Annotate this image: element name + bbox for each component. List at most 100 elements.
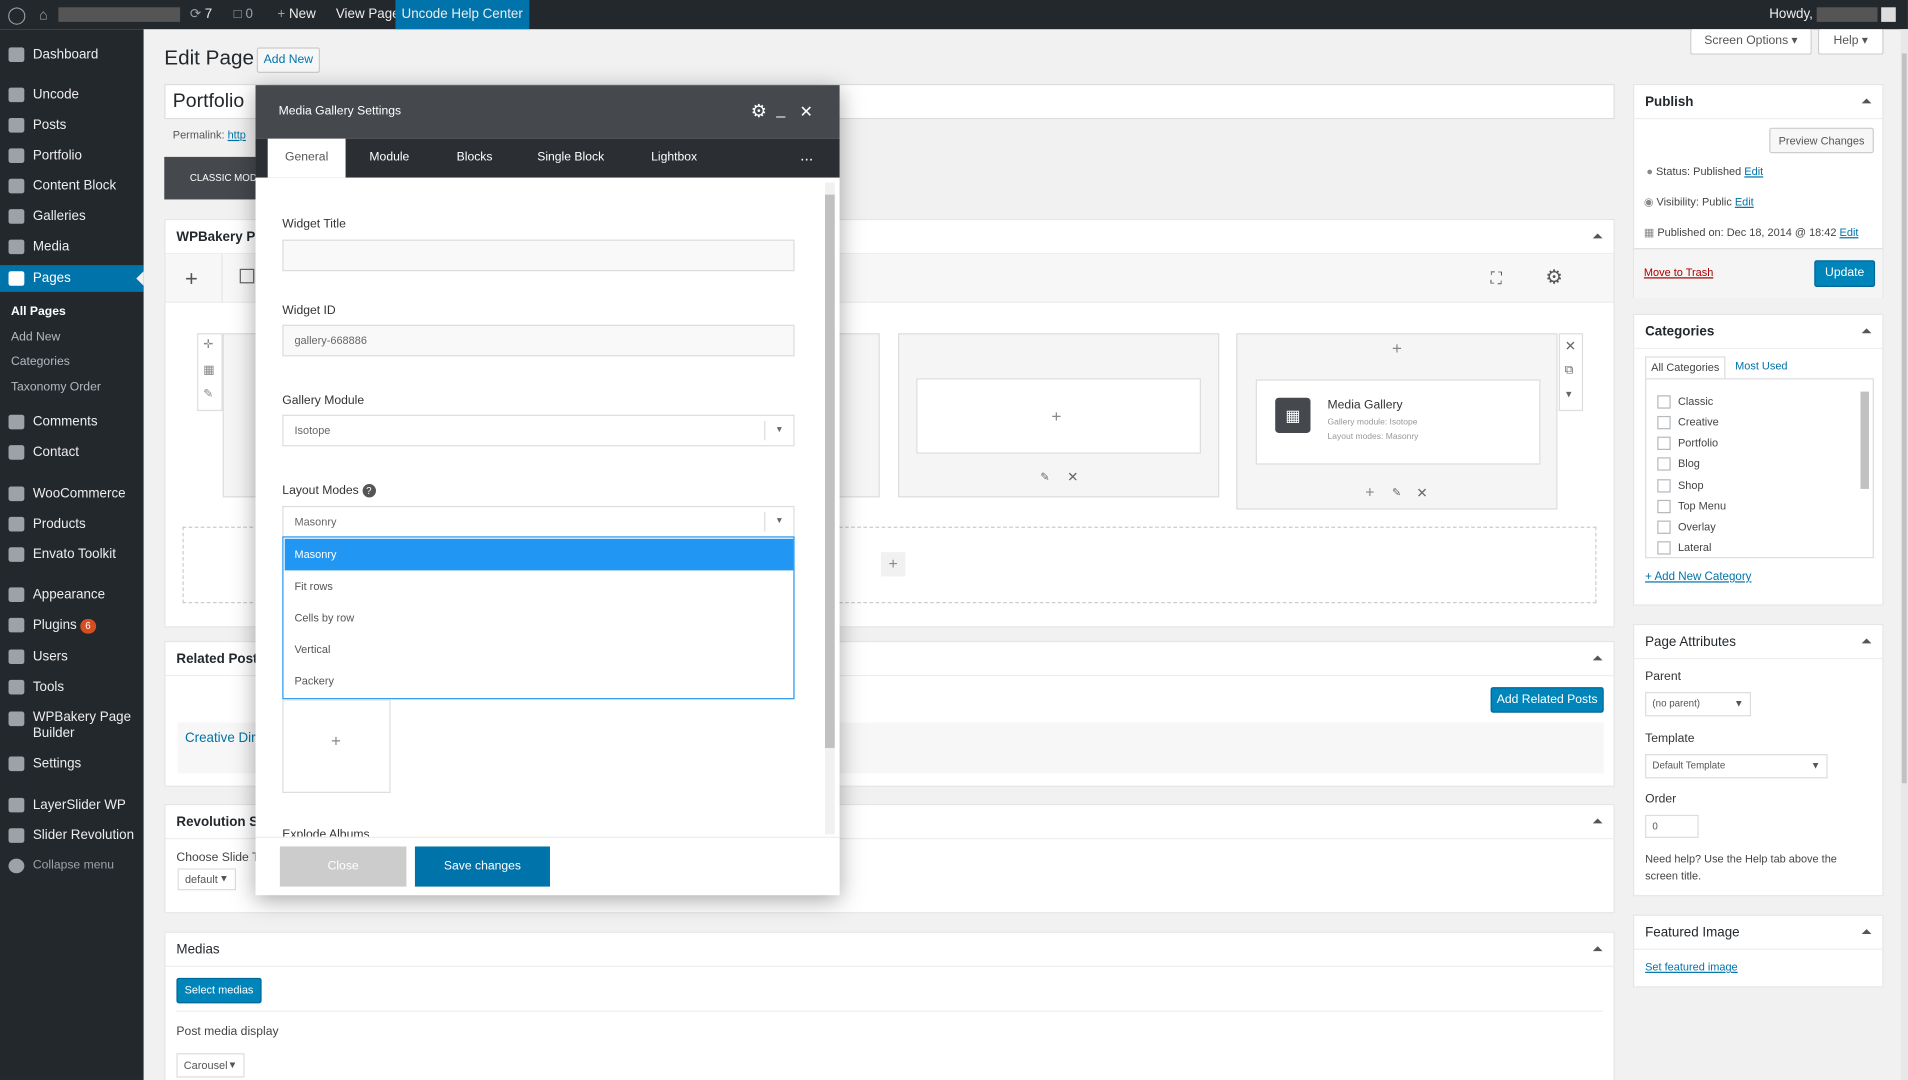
collapse-arrow-icon[interactable] <box>1592 233 1603 239</box>
layout-modes-select[interactable]: Masonry ▼ <box>282 505 795 538</box>
template-select[interactable]: Default Template ▼ <box>1645 754 1828 779</box>
option-cells-by-row[interactable]: Cells by row <box>285 602 794 634</box>
view-page-link[interactable]: View Page <box>336 0 400 29</box>
media-add-slot[interactable]: + <box>282 699 391 793</box>
fullscreen-icon[interactable]: ⛶ <box>1491 269 1502 288</box>
home-icon[interactable]: ⌂ <box>39 0 48 29</box>
add-row-plus-icon[interactable]: + <box>880 552 906 577</box>
howdy-label[interactable]: Howdy, <box>1769 0 1896 29</box>
modal-scrollbar-thumb[interactable] <box>824 194 835 748</box>
modal-settings-gear-icon[interactable]: ⚙ <box>751 100 767 122</box>
menu-pages[interactable]: Pages <box>0 265 144 292</box>
submenu-all-pages[interactable]: All Pages <box>11 305 66 318</box>
tab-most-used[interactable]: Most Used <box>1735 360 1787 372</box>
tab-blocks[interactable]: Blocks <box>438 139 511 178</box>
edit-element-pencil-icon[interactable]: ✎ <box>1392 486 1401 499</box>
related-post-link[interactable]: Creative Dire <box>185 731 263 746</box>
menu-slider-revolution[interactable]: Slider Revolution <box>0 822 144 849</box>
columns-icon[interactable]: ▦ <box>203 364 215 377</box>
updates-link[interactable]: ⟳ 7 <box>190 0 212 29</box>
option-vertical[interactable]: Vertical <box>285 634 794 666</box>
minimize-icon[interactable]: _ <box>776 100 785 118</box>
menu-users[interactable]: Users <box>0 643 144 670</box>
delete-element-icon[interactable]: ✕ <box>1416 485 1427 501</box>
category-checkbox[interactable] <box>1657 436 1671 450</box>
menu-dashboard[interactable]: Dashboard <box>0 41 144 68</box>
clone-icon[interactable]: ⧉ <box>1565 364 1574 377</box>
modal-close-icon[interactable]: ✕ <box>799 102 812 121</box>
move-to-trash-link[interactable]: Move to Trash <box>1644 266 1713 278</box>
save-changes-button[interactable]: Save changes <box>414 846 550 887</box>
update-button[interactable]: Update <box>1814 260 1876 288</box>
menu-content-block[interactable]: Content Block <box>0 173 144 200</box>
more-tabs-icon[interactable]: ... <box>788 139 825 178</box>
category-checkbox[interactable] <box>1657 520 1671 534</box>
order-input[interactable]: 0 <box>1645 814 1699 838</box>
collapse-arrow-icon[interactable] <box>1861 328 1872 334</box>
tab-general[interactable]: General <box>267 138 346 178</box>
collapse-menu[interactable]: Collapse menu <box>0 853 144 880</box>
option-fit-rows[interactable]: Fit rows <box>285 570 794 602</box>
collapse-arrow-icon[interactable] <box>1592 818 1603 824</box>
submenu-add-new[interactable]: Add New <box>11 331 60 344</box>
empty-element-slot[interactable]: + <box>916 378 1201 454</box>
add-below-plus-icon[interactable]: + <box>1365 483 1374 501</box>
submenu-categories[interactable]: Categories <box>11 355 70 368</box>
menu-galleries[interactable]: Galleries <box>0 203 144 230</box>
screen-options-button[interactable]: Screen Options ▾ <box>1690 29 1812 55</box>
add-new-button[interactable]: Add New <box>256 47 321 73</box>
tab-all-categories[interactable]: All Categories <box>1645 356 1726 380</box>
add-element-top-plus-icon[interactable]: + <box>1392 339 1402 356</box>
widget-id-input[interactable]: gallery-668886 <box>282 324 795 357</box>
comments-link[interactable]: □ 0 <box>234 0 253 29</box>
parent-select[interactable]: (no parent) ▼ <box>1645 692 1751 717</box>
menu-layerslider[interactable]: LayerSlider WP <box>0 792 144 819</box>
collapse-arrow-icon[interactable] <box>1861 98 1872 104</box>
slide-template-select[interactable]: default ▼ <box>177 868 237 891</box>
help-button[interactable]: Help ▾ <box>1817 29 1884 55</box>
menu-products[interactable]: Products <box>0 511 144 538</box>
menu-comments[interactable]: Comments <box>0 409 144 436</box>
edit-date-link[interactable]: Edit <box>1840 226 1859 238</box>
menu-woocommerce[interactable]: WooCommerce <box>0 480 144 507</box>
edit-column-pencil-icon[interactable]: ✎ <box>1040 471 1049 484</box>
close-row-icon[interactable]: ✕ <box>1565 338 1576 354</box>
category-checkbox[interactable] <box>1657 457 1671 471</box>
menu-envato-toolkit[interactable]: Envato Toolkit <box>0 541 144 568</box>
menu-wpbakery[interactable]: WPBakery Page Builder <box>0 705 144 744</box>
close-button[interactable]: Close <box>279 846 407 887</box>
category-checkbox[interactable] <box>1657 541 1671 555</box>
add-related-posts-button[interactable]: Add Related Posts <box>1490 687 1604 713</box>
gallery-module-select[interactable]: Isotope ▼ <box>282 414 795 447</box>
menu-uncode[interactable]: Uncode <box>0 81 144 108</box>
post-media-display-select[interactable]: Carousel ▼ <box>176 1053 245 1078</box>
help-center-link[interactable]: Uncode Help Center <box>395 0 529 30</box>
page-scrollbar-thumb[interactable] <box>1901 53 1907 784</box>
menu-posts[interactable]: Posts <box>0 112 144 139</box>
add-element-icon[interactable]: + <box>185 266 198 292</box>
toggle-down-icon[interactable]: ▾ <box>1566 388 1572 401</box>
menu-media[interactable]: Media <box>0 234 144 261</box>
templates-icon[interactable] <box>239 268 255 284</box>
add-element-plus-icon[interactable]: + <box>1051 407 1061 424</box>
menu-plugins[interactable]: Plugins 6 <box>0 612 144 639</box>
collapse-arrow-icon[interactable] <box>1861 929 1872 935</box>
permalink-link[interactable]: http <box>228 129 246 141</box>
wordpress-logo-icon[interactable]: ◯ <box>7 0 26 29</box>
menu-settings[interactable]: Settings <box>0 750 144 777</box>
menu-contact[interactable]: Contact <box>0 439 144 466</box>
category-checkbox[interactable] <box>1657 415 1671 430</box>
edit-visibility-link[interactable]: Edit <box>1735 196 1754 208</box>
page-settings-gear-icon[interactable]: ⚙ <box>1545 265 1562 289</box>
category-scrollbar[interactable] <box>1860 391 1870 489</box>
set-featured-image-link[interactable]: Set featured image <box>1645 961 1738 973</box>
collapse-arrow-icon[interactable] <box>1592 946 1603 952</box>
preview-changes-button[interactable]: Preview Changes <box>1769 127 1874 154</box>
move-icon[interactable]: ✛ <box>203 338 213 351</box>
collapse-arrow-icon[interactable] <box>1592 655 1603 661</box>
site-name-blurred[interactable] <box>58 0 181 29</box>
edit-row-pencil-icon[interactable]: ✎ <box>203 388 213 401</box>
submenu-taxonomy-order[interactable]: Taxonomy Order <box>11 381 101 394</box>
media-gallery-element[interactable]: ▦ Media Gallery Gallery module: Isotope … <box>1255 379 1541 465</box>
help-question-icon[interactable]: ? <box>362 484 376 498</box>
